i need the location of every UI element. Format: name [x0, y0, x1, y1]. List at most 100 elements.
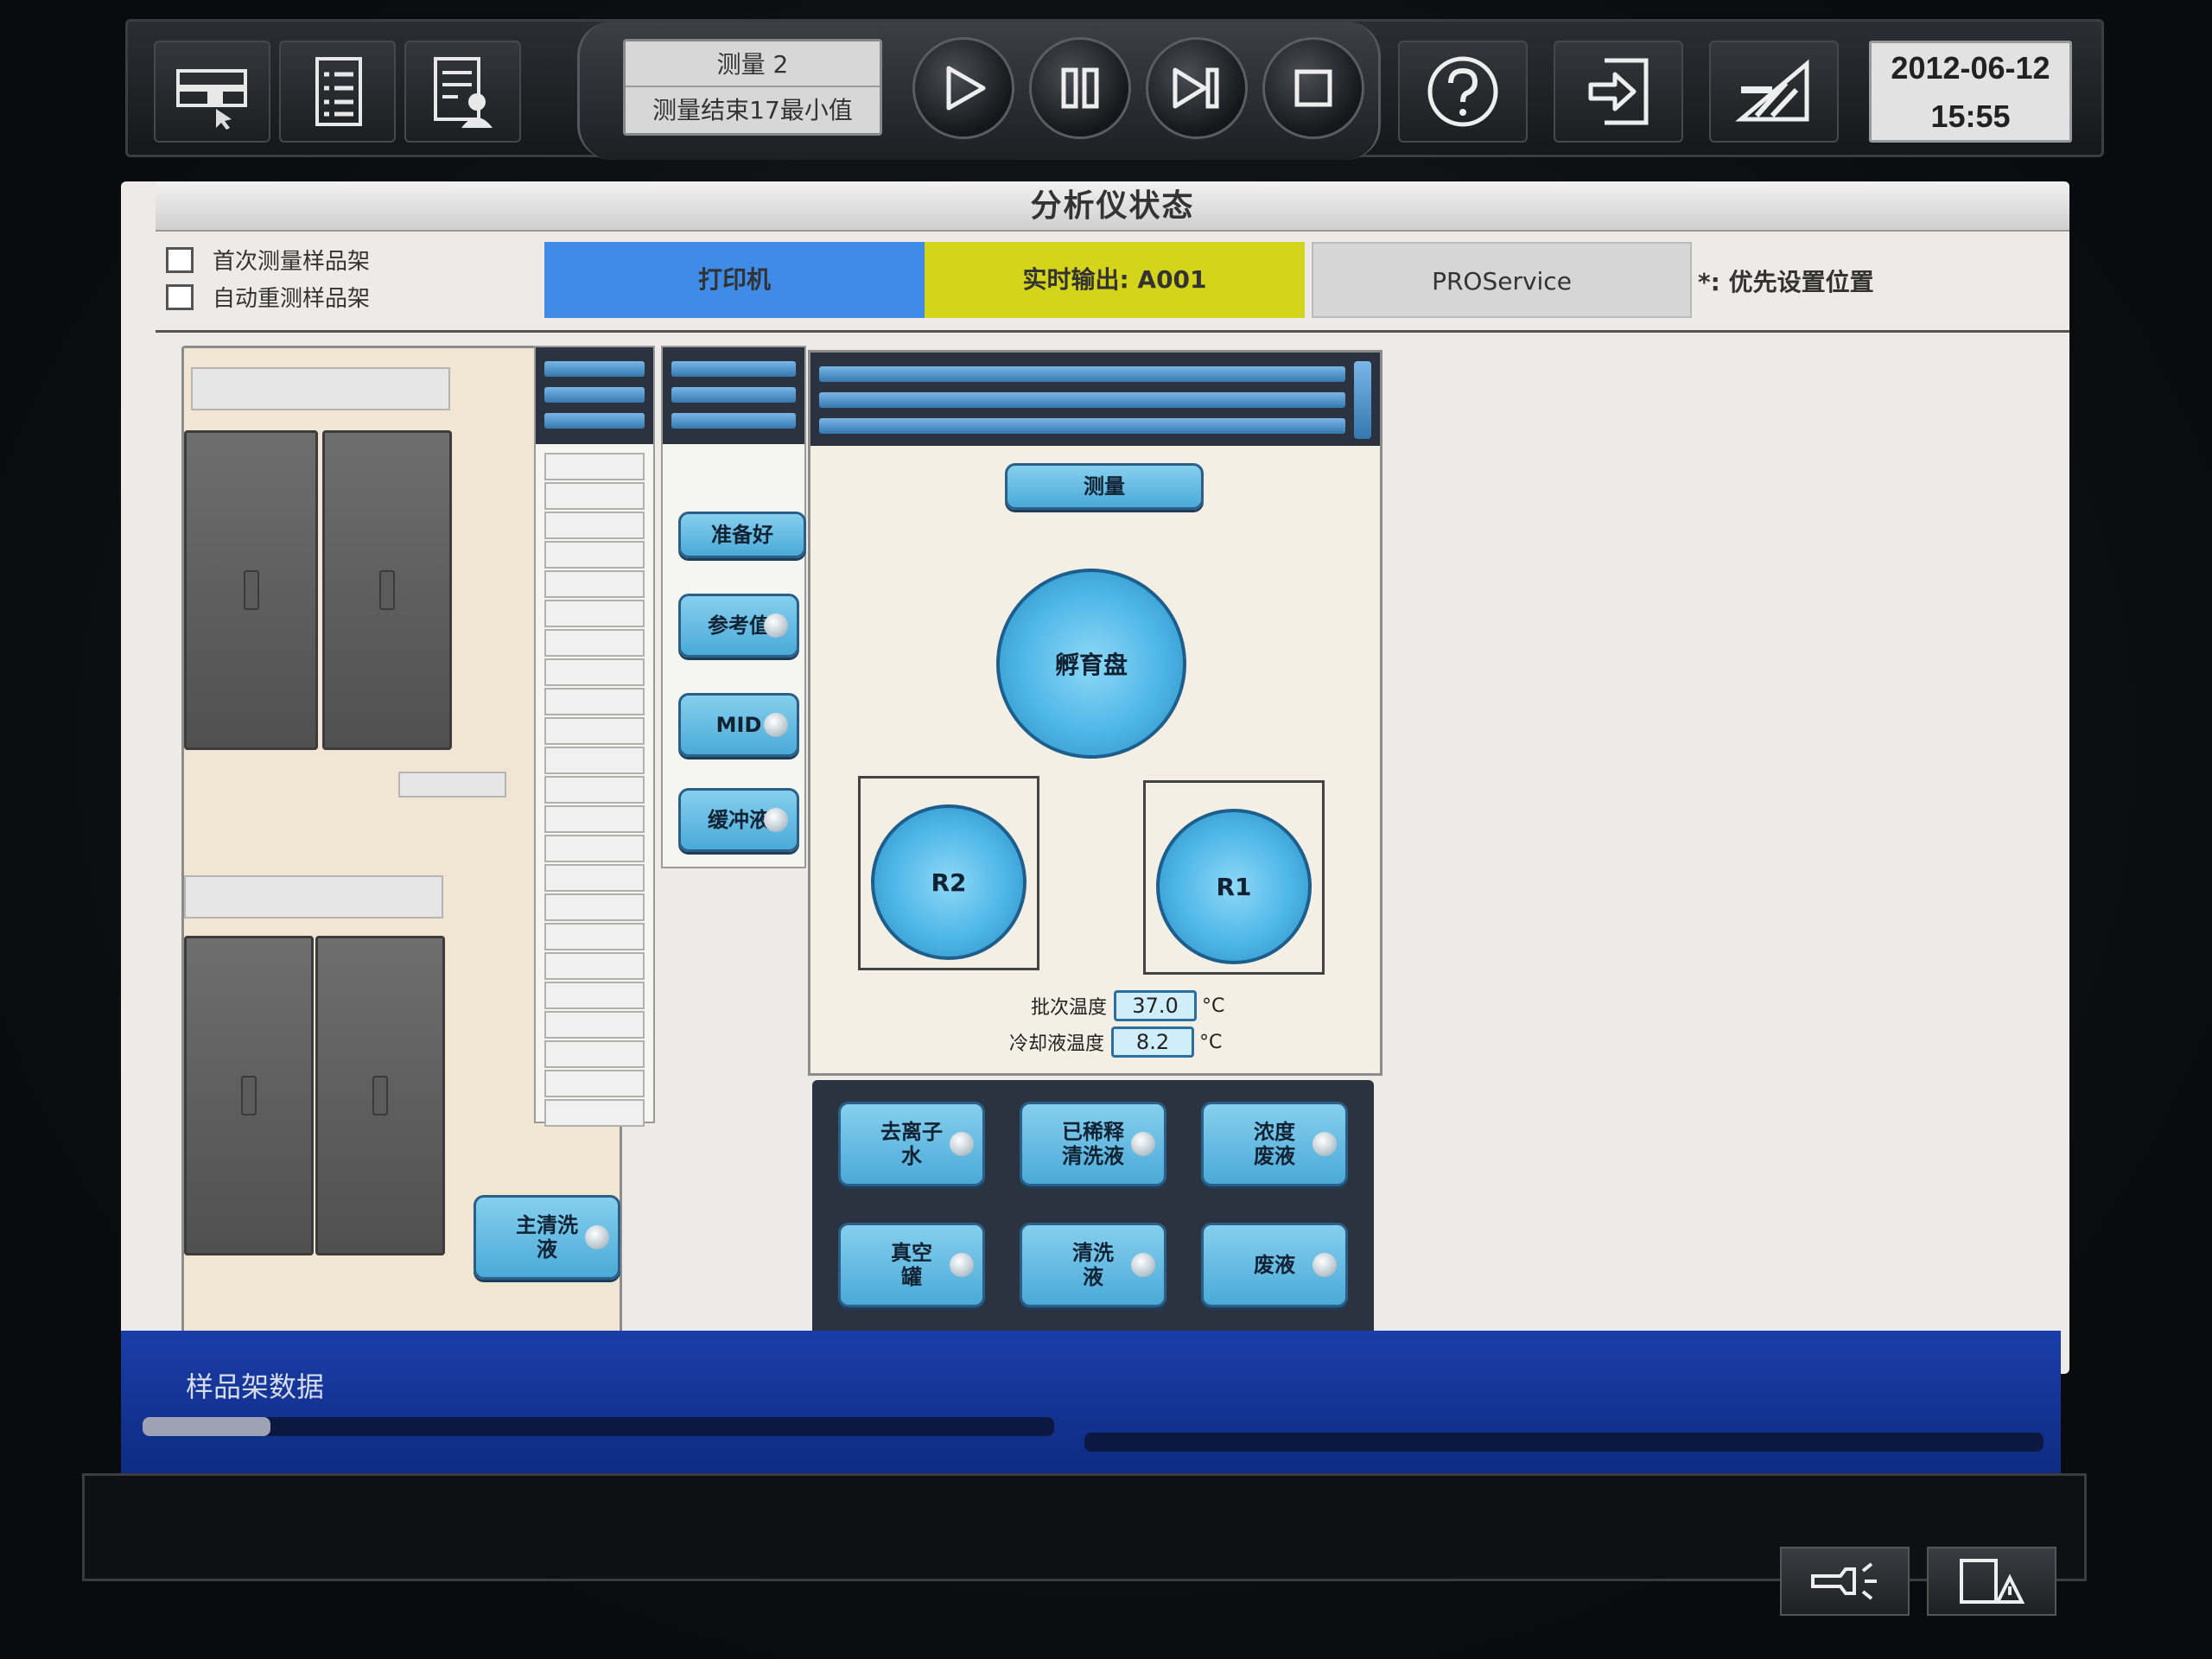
status-led-icon	[950, 1253, 974, 1277]
lane-position[interactable]	[544, 1099, 645, 1127]
pause-button[interactable]	[1029, 37, 1131, 139]
rack-slot[interactable]	[184, 430, 318, 750]
incubation-disk[interactable]: 孵育盘	[996, 569, 1186, 759]
vacuum-tank-label: 真空 罐	[891, 1241, 932, 1289]
station-column: 准备好 参考值 MID 缓冲液	[661, 346, 806, 868]
concentrated-waste-button[interactable]: 浓度 废液	[1201, 1102, 1348, 1186]
printer-status-tile[interactable]: 打印机	[544, 242, 925, 318]
lane-position[interactable]	[544, 482, 645, 510]
alarm-icon	[1811, 1562, 1877, 1600]
lane-position[interactable]	[544, 688, 645, 715]
measurement-unit-header	[810, 353, 1380, 446]
lane-position[interactable]	[544, 982, 645, 1009]
lane-position[interactable]	[544, 923, 645, 950]
alarm-button[interactable]	[1780, 1547, 1910, 1616]
auto-remeasure-rack-checkbox[interactable]	[166, 283, 194, 310]
mid-button[interactable]: MID	[678, 693, 799, 757]
analyzer-status-window: 分析仪状态 首次测量样品架 自动重测样品架 打印机 实时输出: A001 PRO…	[121, 181, 2069, 1374]
warning-icon	[1960, 1559, 2025, 1604]
lane-stripe	[671, 361, 796, 377]
first-measure-rack-label: 首次测量样品架	[213, 249, 371, 275]
ready-button[interactable]: 准备好	[678, 512, 806, 558]
auto-remeasure-rack-option[interactable]: 自动重测样品架	[166, 281, 370, 313]
coolant-temperature-label: 冷却液温度	[1009, 1033, 1105, 1055]
wash-liquid-button[interactable]: 清洗 液	[1020, 1223, 1166, 1307]
r1-reagent-disk[interactable]: R1	[1156, 809, 1312, 964]
lane-stripe	[819, 392, 1345, 408]
lane-position[interactable]	[544, 717, 645, 745]
vacuum-tank-button[interactable]: 真空 罐	[838, 1223, 985, 1307]
coolant-temperature-row: 冷却液温度 8.2 °C	[1009, 1027, 1222, 1058]
lane-position[interactable]	[544, 864, 645, 892]
lane-stripe	[819, 366, 1345, 382]
lane-position[interactable]	[544, 952, 645, 980]
lane-position[interactable]	[544, 512, 645, 539]
deionized-water-button[interactable]: 去离子 水	[838, 1102, 985, 1186]
rack-data-progress	[143, 1417, 1054, 1436]
r2-reagent-disk[interactable]: R2	[871, 804, 1027, 960]
first-measure-rack-checkbox[interactable]	[166, 246, 194, 273]
status-led-icon	[1313, 1253, 1337, 1277]
header-scrollbar[interactable]	[1354, 361, 1371, 439]
lane-position[interactable]	[544, 629, 645, 657]
batch-temperature-unit: °C	[1202, 995, 1225, 1017]
lane-stripe	[544, 387, 645, 403]
reference-label: 参考值	[708, 613, 770, 638]
lane-position[interactable]	[544, 893, 645, 921]
buffer-label: 缓冲液	[708, 808, 770, 832]
measurement-control-group: 测量 2 测量结束17最小值	[577, 22, 1381, 160]
proservice-tile[interactable]: PROService	[1312, 242, 1692, 318]
stop-button[interactable]	[1262, 37, 1364, 139]
rack-slot[interactable]	[184, 936, 314, 1255]
sample-lane-1	[534, 346, 655, 1127]
reagent-button[interactable]	[1709, 41, 1839, 143]
rack-data-scrollbar[interactable]	[1084, 1433, 2044, 1452]
measure-button[interactable]: 测量	[1005, 463, 1204, 510]
status-led-icon	[950, 1132, 974, 1156]
priority-note: *: 优先设置位置	[1698, 268, 1874, 296]
start-button[interactable]	[912, 37, 1014, 139]
buffer-button[interactable]: 缓冲液	[678, 788, 799, 852]
rack-slot[interactable]	[322, 430, 452, 750]
wash-liquid-label: 清洗 液	[1072, 1241, 1114, 1289]
lane-position[interactable]	[544, 1011, 645, 1039]
warning-button[interactable]	[1927, 1547, 2056, 1616]
waste-button[interactable]: 废液	[1201, 1223, 1348, 1307]
logout-button[interactable]	[1554, 41, 1683, 143]
diluted-wash-button[interactable]: 已稀释 清洗液	[1020, 1102, 1166, 1186]
waste-label: 废液	[1254, 1253, 1295, 1277]
status-led-icon	[764, 713, 788, 737]
rack-handle-icon	[372, 1076, 388, 1116]
lane-position[interactable]	[544, 1040, 645, 1068]
skip-button[interactable]	[1146, 37, 1248, 139]
lane-position[interactable]	[544, 570, 645, 598]
lane-position[interactable]	[544, 658, 645, 686]
r1-label: R1	[1216, 872, 1252, 901]
rack-slot[interactable]	[315, 936, 445, 1255]
stop-icon	[1294, 69, 1332, 107]
coolant-temperature-value: 8.2	[1111, 1027, 1195, 1058]
realtime-output-tile[interactable]: 实时输出: A001	[925, 242, 1305, 318]
lane-position[interactable]	[544, 776, 645, 804]
lane-position[interactable]	[544, 805, 645, 833]
screen: 测量 2 测量结束17最小值 2012-06-12 15:55 分析仪状态 首次…	[0, 0, 2212, 1659]
lane-position[interactable]	[544, 747, 645, 774]
lane-position[interactable]	[544, 541, 645, 569]
worklist-button[interactable]	[279, 41, 396, 143]
lane-position[interactable]	[544, 1070, 645, 1097]
help-button[interactable]	[1398, 41, 1528, 143]
rack-overview-button[interactable]	[154, 41, 270, 143]
lane-stripe	[819, 418, 1345, 434]
rack-handle-icon	[379, 570, 395, 610]
measurement-status: 测量结束17最小值	[652, 96, 853, 124]
rack-handle-icon	[241, 1076, 257, 1116]
reference-button[interactable]: 参考值	[678, 594, 799, 658]
first-measure-rack-option[interactable]: 首次测量样品架	[166, 244, 370, 276]
patient-report-button[interactable]	[404, 41, 521, 143]
lane-position[interactable]	[544, 835, 645, 862]
main-wash-button[interactable]: 主清洗 液	[474, 1195, 620, 1280]
lane-position[interactable]	[544, 600, 645, 627]
status-led-icon	[1313, 1132, 1337, 1156]
lane-position[interactable]	[544, 453, 645, 480]
window-title: 分析仪状态	[156, 181, 2069, 232]
